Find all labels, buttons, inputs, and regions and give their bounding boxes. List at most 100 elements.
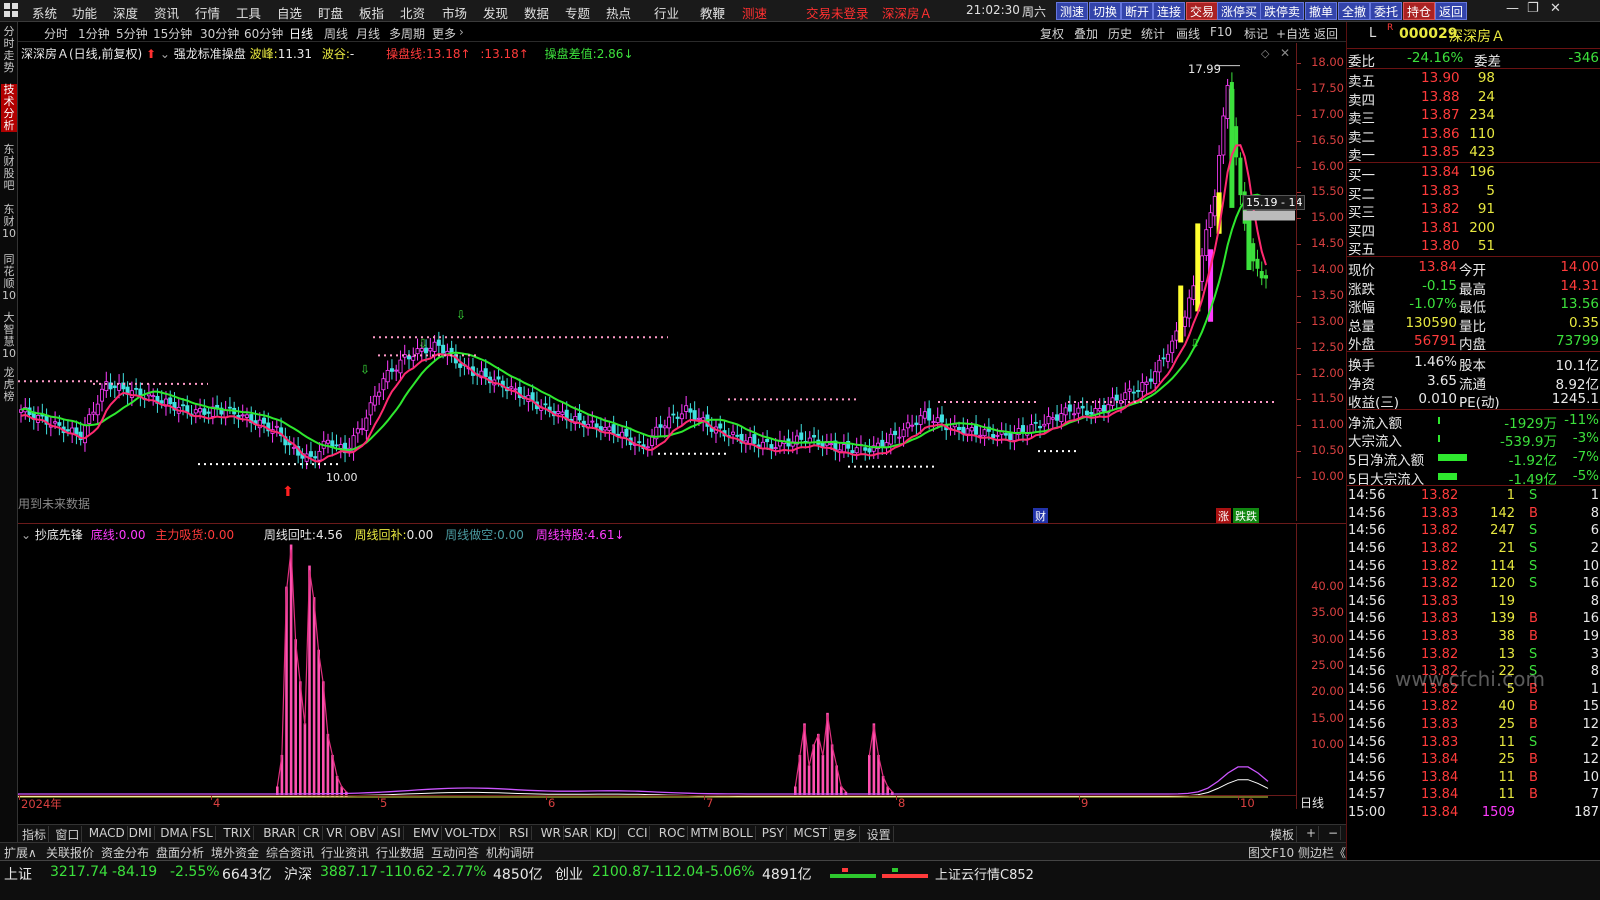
finance-marker[interactable]: 财: [1033, 508, 1048, 524]
indicator-tab-16[interactable]: SAR: [562, 826, 592, 840]
indicator-right-2[interactable]: −: [1326, 826, 1342, 840]
period-5[interactable]: 60分钟: [244, 25, 283, 42]
indicator-tab-22[interactable]: PSY: [760, 826, 787, 840]
quick-button-6[interactable]: 跌停卖: [1260, 2, 1305, 20]
restore-icon[interactable]: ❐: [1527, 1, 1539, 16]
indicator-tab-4[interactable]: DMA: [158, 826, 191, 840]
period-1[interactable]: 1分钟: [78, 25, 110, 42]
left-tab-0[interactable]: 分时走势: [1, 26, 17, 74]
indicator-tab-9[interactable]: VR: [324, 826, 346, 840]
chart-tool-7[interactable]: +自选: [1276, 25, 1310, 42]
left-tab-3[interactable]: 东财10: [1, 204, 17, 240]
order-book-row[interactable]: 买三 13.82 91: [1347, 200, 1600, 221]
left-tab-6[interactable]: 龙虎榜: [1, 367, 17, 403]
more-chevron-icon[interactable]: ›: [459, 25, 464, 39]
indicator-tab-2[interactable]: MACD: [87, 826, 128, 840]
period-3[interactable]: 15分钟: [153, 25, 192, 42]
indicator-tab-10[interactable]: OBV: [348, 826, 379, 840]
period-0[interactable]: 分时: [44, 25, 68, 42]
menu-item-14[interactable]: 热点: [606, 3, 631, 22]
period-6[interactable]: 日线: [289, 25, 313, 42]
stock-name[interactable]: 深深房Ａ: [1449, 26, 1505, 46]
indicator-tab-19[interactable]: ROC: [657, 826, 688, 840]
indicator-right-1[interactable]: +: [1304, 826, 1320, 840]
indicator-tab-0[interactable]: 指标: [20, 826, 50, 843]
chart-tool-2[interactable]: 历史: [1108, 25, 1132, 42]
menu-item-4[interactable]: 行情: [195, 3, 220, 22]
menu-item-16[interactable]: 教鞭: [700, 3, 725, 22]
limit-up-marker[interactable]: 涨: [1216, 508, 1231, 524]
indicator-tab-18[interactable]: CCI: [625, 826, 651, 840]
indicator-tab-21[interactable]: BOLL: [720, 826, 756, 840]
menu-item-17[interactable]: 测速: [742, 3, 767, 22]
menu-item-6[interactable]: 自选: [277, 3, 302, 22]
ext-tab-2[interactable]: 资金分布: [101, 844, 149, 861]
quick-button-5[interactable]: 涨停买: [1217, 2, 1262, 20]
left-tab-5[interactable]: 大智慧10: [1, 312, 17, 360]
chart-tool-3[interactable]: 统计: [1141, 25, 1165, 42]
period-8[interactable]: 月线: [356, 25, 380, 42]
quick-button-10[interactable]: 持仓: [1403, 2, 1436, 20]
period-7[interactable]: 周线: [324, 25, 348, 42]
menu-item-11[interactable]: 发现: [483, 3, 508, 22]
sh-index-label[interactable]: 上证: [4, 864, 32, 884]
kline-plot[interactable]: ⇩ ⇩ ⇩ ⇩ ⬆: [18, 43, 1296, 521]
order-book-row[interactable]: 卖二 13.86 110: [1347, 125, 1600, 146]
indicator-tab-8[interactable]: CR: [301, 826, 323, 840]
menu-item-8[interactable]: 板指: [359, 3, 384, 22]
indicator-chart[interactable]: ⌄ 抄底先锋 底线:0.00 主力吸货:0.00 周线回吐:4.56 周线回补:…: [18, 523, 1346, 811]
indicator-tab-13[interactable]: VOL-TDX: [443, 826, 500, 840]
indicator-tab-12[interactable]: EMV: [411, 826, 443, 840]
indicator-tab-5[interactable]: FSL: [190, 826, 216, 840]
limit-down-marker[interactable]: 跌跌: [1233, 508, 1259, 524]
period-4[interactable]: 30分钟: [200, 25, 239, 42]
ext-tab-9[interactable]: 机构调研: [486, 844, 534, 861]
order-book-row[interactable]: 卖五 13.90 98: [1347, 69, 1600, 90]
menu-item-12[interactable]: 数据: [524, 3, 549, 22]
order-book-row[interactable]: 卖四 13.88 24: [1347, 88, 1600, 109]
chart-tool-0[interactable]: 复权: [1040, 25, 1064, 42]
indicator-tab-6[interactable]: TRIX: [221, 826, 254, 840]
menu-item-3[interactable]: 资讯: [154, 3, 179, 22]
app-logo-icon[interactable]: [4, 3, 19, 18]
left-tab-1[interactable]: 技术分析: [1, 84, 17, 132]
ext-tab-8[interactable]: 互动问答: [431, 844, 479, 861]
indicator-tab-25[interactable]: 设置: [865, 826, 894, 843]
period-10[interactable]: 更多: [432, 25, 456, 42]
menu-item-2[interactable]: 深度: [113, 3, 138, 22]
close-icon[interactable]: ✕: [1550, 1, 1561, 16]
period-2[interactable]: 5分钟: [116, 25, 148, 42]
ext-tab-4[interactable]: 境外资金: [211, 844, 259, 861]
order-book-row[interactable]: 卖一 13.85 423: [1347, 143, 1600, 164]
quick-button-3[interactable]: 连接: [1153, 2, 1186, 20]
chart-tool-1[interactable]: 叠加: [1074, 25, 1098, 42]
kline-chart[interactable]: 深深房Ａ(日线,前复权) ⬆ ⌄ 强龙标准操盘 波峰:11.31 波谷:- 操盘…: [18, 43, 1346, 524]
menu-item-15[interactable]: 行业: [654, 3, 679, 22]
quick-button-1[interactable]: 切换: [1089, 2, 1122, 20]
indicator-tab-17[interactable]: KDJ: [594, 826, 620, 840]
left-tab-2[interactable]: 东财股吧: [1, 144, 17, 192]
indicator-tab-14[interactable]: RSI: [507, 826, 532, 840]
ext-tab-3[interactable]: 盘面分析: [156, 844, 204, 861]
order-book-row[interactable]: 卖三 13.87 234: [1347, 106, 1600, 127]
quick-button-11[interactable]: 返回: [1435, 2, 1468, 20]
quick-button-4[interactable]: 交易: [1186, 2, 1219, 20]
indicator-tab-23[interactable]: MCST: [791, 826, 831, 840]
ext-tab-1[interactable]: 关联报价: [46, 844, 94, 861]
cy-index-label[interactable]: 创业: [555, 864, 583, 884]
ext-tab-0[interactable]: 扩展∧: [4, 844, 37, 861]
quick-button-9[interactable]: 委托: [1370, 2, 1403, 20]
chart-tool-8[interactable]: 返回: [1314, 25, 1338, 42]
hs-index-label[interactable]: 沪深: [284, 864, 312, 884]
menu-item-5[interactable]: 工具: [236, 3, 261, 22]
indicator-tab-7[interactable]: BRAR: [261, 826, 299, 840]
left-tab-4[interactable]: 同花顺10: [1, 254, 17, 302]
indicator-right-0[interactable]: 模板: [1268, 826, 1298, 843]
order-book-row[interactable]: 买二 13.83 5: [1347, 182, 1600, 203]
menu-item-0[interactable]: 系统: [32, 3, 57, 22]
indicator-tab-20[interactable]: MTM: [688, 826, 722, 840]
menu-item-19[interactable]: 深深房Ａ: [882, 3, 932, 22]
indicator-tab-1[interactable]: 窗口: [53, 826, 83, 843]
period-9[interactable]: 多周期: [389, 25, 425, 42]
quick-button-2[interactable]: 断开: [1121, 2, 1154, 20]
